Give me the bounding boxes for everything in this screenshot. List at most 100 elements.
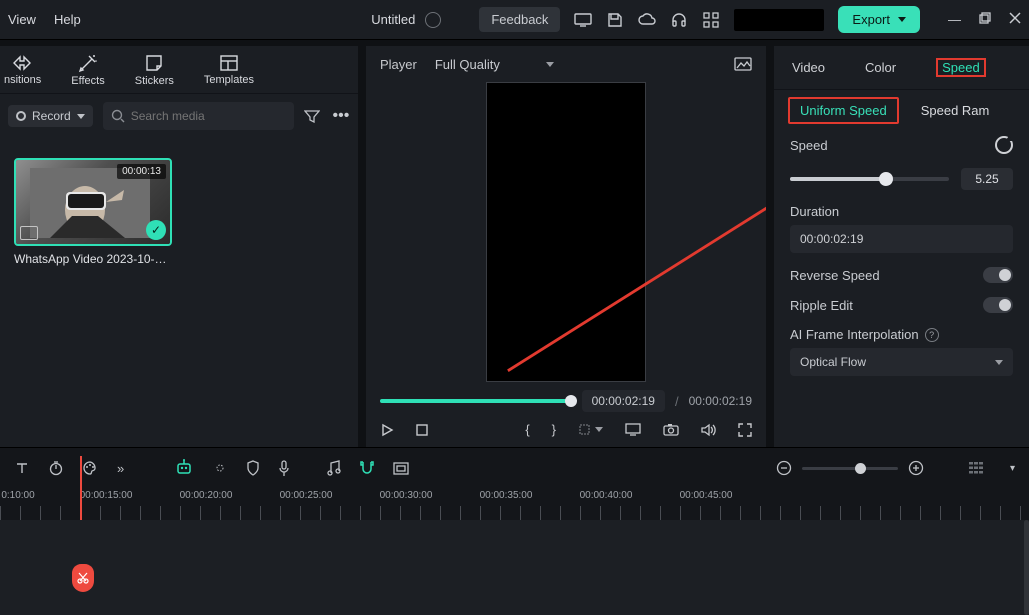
reverse-speed-toggle[interactable]	[983, 267, 1013, 283]
tab-video[interactable]: Video	[792, 60, 825, 75]
mic-icon[interactable]	[278, 460, 290, 477]
clip-thumbnail[interactable]: 00:00:13 ✓	[14, 158, 172, 246]
tab-templates-label: Templates	[204, 74, 254, 86]
crop-menu-button[interactable]	[578, 423, 603, 436]
quality-value: Full Quality	[435, 57, 500, 72]
play-button[interactable]	[380, 423, 394, 437]
speed-value[interactable]: 5.25	[961, 168, 1013, 190]
display-icon[interactable]	[574, 11, 592, 29]
total-time: 00:00:02:19	[689, 394, 752, 408]
ai-robot-icon[interactable]	[174, 459, 194, 477]
tab-effects-label: Effects	[71, 75, 104, 87]
ai-interpolation-value: Optical Flow	[800, 355, 866, 369]
ripple-edit-label: Ripple Edit	[790, 298, 853, 313]
tab-templates[interactable]: Templates	[204, 54, 254, 86]
clip-name: WhatsApp Video 2023-10-05...	[14, 252, 172, 266]
reverse-speed-label: Reverse Speed	[790, 268, 880, 283]
sync-status-icon	[425, 12, 441, 28]
search-media[interactable]	[103, 102, 294, 130]
zoom-in-button[interactable]	[908, 460, 924, 476]
tab-stickers[interactable]: Stickers	[135, 53, 174, 87]
seek-bar[interactable]	[380, 399, 572, 403]
feedback-button[interactable]: Feedback	[479, 7, 560, 32]
snapshot-icon[interactable]	[734, 55, 752, 73]
timeline-ruler[interactable]: 0:10:00 00:00:15:00 00:00:20:00 00:00:25…	[0, 488, 1029, 520]
ripple-edit-toggle[interactable]	[983, 297, 1013, 313]
ruler-label: 0:10:00	[1, 490, 34, 501]
palette-icon[interactable]	[82, 460, 99, 476]
timeline-scrollbar[interactable]	[1024, 520, 1029, 615]
camera-icon[interactable]	[663, 423, 679, 436]
window-maximize-button[interactable]	[979, 12, 991, 27]
sparkle-icon[interactable]	[212, 460, 228, 476]
timer-icon[interactable]	[48, 460, 64, 476]
screen-icon[interactable]	[625, 423, 641, 436]
export-button[interactable]: Export	[838, 6, 920, 33]
duration-input[interactable]	[790, 225, 1013, 253]
player-panel: Player Full Quality 0	[366, 46, 766, 447]
media-bin: 00:00:13 ✓ WhatsApp Video 2023-10-05...	[0, 138, 358, 447]
tab-speed[interactable]: Speed	[936, 58, 986, 77]
volume-icon[interactable]	[701, 423, 716, 437]
more-icon[interactable]: •••	[332, 107, 350, 125]
quality-select[interactable]: Full Quality	[435, 57, 554, 72]
cut-tool-icon[interactable]	[72, 564, 94, 592]
music-icon[interactable]	[326, 460, 341, 476]
help-icon[interactable]: ?	[925, 328, 939, 342]
grid-view-icon[interactable]	[968, 461, 984, 475]
frame-icon[interactable]	[393, 462, 409, 475]
media-clip[interactable]: 00:00:13 ✓ WhatsApp Video 2023-10-05...	[14, 158, 172, 266]
text-tool-icon[interactable]	[14, 460, 30, 476]
inspector-panel: Video Color Speed Uniform Speed Speed Ra…	[774, 46, 1029, 447]
ruler-label: 00:00:30:00	[380, 490, 433, 501]
menu-help[interactable]: Help	[54, 12, 81, 27]
mark-out-button[interactable]: }	[552, 422, 556, 437]
filter-icon[interactable]	[304, 109, 322, 123]
player-label: Player	[380, 57, 417, 72]
slider-knob[interactable]	[879, 172, 893, 186]
tab-transitions[interactable]: nsitions	[4, 54, 41, 86]
zoom-slider[interactable]	[802, 467, 898, 470]
search-input[interactable]	[131, 109, 286, 123]
timeline-tracks[interactable]	[0, 520, 1029, 615]
chevron-down-icon	[995, 360, 1003, 365]
speed-label: Speed	[790, 138, 828, 153]
ruler-label: 00:00:20:00	[180, 490, 233, 501]
window-minimize-button[interactable]: —	[948, 12, 961, 27]
playhead[interactable]	[80, 456, 82, 520]
video-preview	[486, 82, 646, 382]
window-close-button[interactable]	[1009, 12, 1021, 27]
headphones-icon[interactable]	[670, 11, 688, 29]
speed-slider[interactable]	[790, 177, 949, 181]
timeline-options-icon[interactable]: ▾	[1010, 463, 1015, 474]
seek-knob[interactable]	[565, 395, 577, 407]
ruler-label: 00:00:15:00	[80, 490, 133, 501]
record-button[interactable]: Record	[8, 105, 93, 127]
account-placeholder	[734, 9, 824, 31]
reset-icon[interactable]	[995, 136, 1013, 154]
cloud-icon[interactable]	[638, 11, 656, 29]
tab-stickers-label: Stickers	[135, 75, 174, 87]
zoom-knob[interactable]	[855, 463, 866, 474]
player-canvas[interactable]	[366, 82, 766, 382]
fullscreen-icon[interactable]	[738, 423, 752, 437]
stop-button[interactable]	[416, 424, 428, 436]
save-icon[interactable]	[606, 11, 624, 29]
menu-view[interactable]: View	[8, 12, 36, 27]
zoom-out-button[interactable]	[776, 460, 792, 476]
chevron-down-icon	[77, 114, 85, 119]
mark-in-button[interactable]: {	[525, 422, 529, 437]
subtab-uniform-speed[interactable]: Uniform Speed	[788, 97, 899, 124]
shield-icon[interactable]	[246, 460, 260, 476]
ruler-label: 00:00:40:00	[580, 490, 633, 501]
ai-interpolation-select[interactable]: Optical Flow	[790, 348, 1013, 376]
subtab-speed-ramping[interactable]: Speed Ram	[921, 103, 990, 118]
record-icon	[16, 111, 26, 121]
tab-transitions-label: nsitions	[4, 74, 41, 86]
apps-icon[interactable]	[702, 11, 720, 29]
more-tools-icon[interactable]: »	[117, 461, 124, 476]
tab-color[interactable]: Color	[865, 60, 896, 75]
tab-effects[interactable]: Effects	[71, 53, 104, 87]
chevron-down-icon	[898, 17, 906, 22]
magnet-icon[interactable]	[359, 460, 375, 476]
